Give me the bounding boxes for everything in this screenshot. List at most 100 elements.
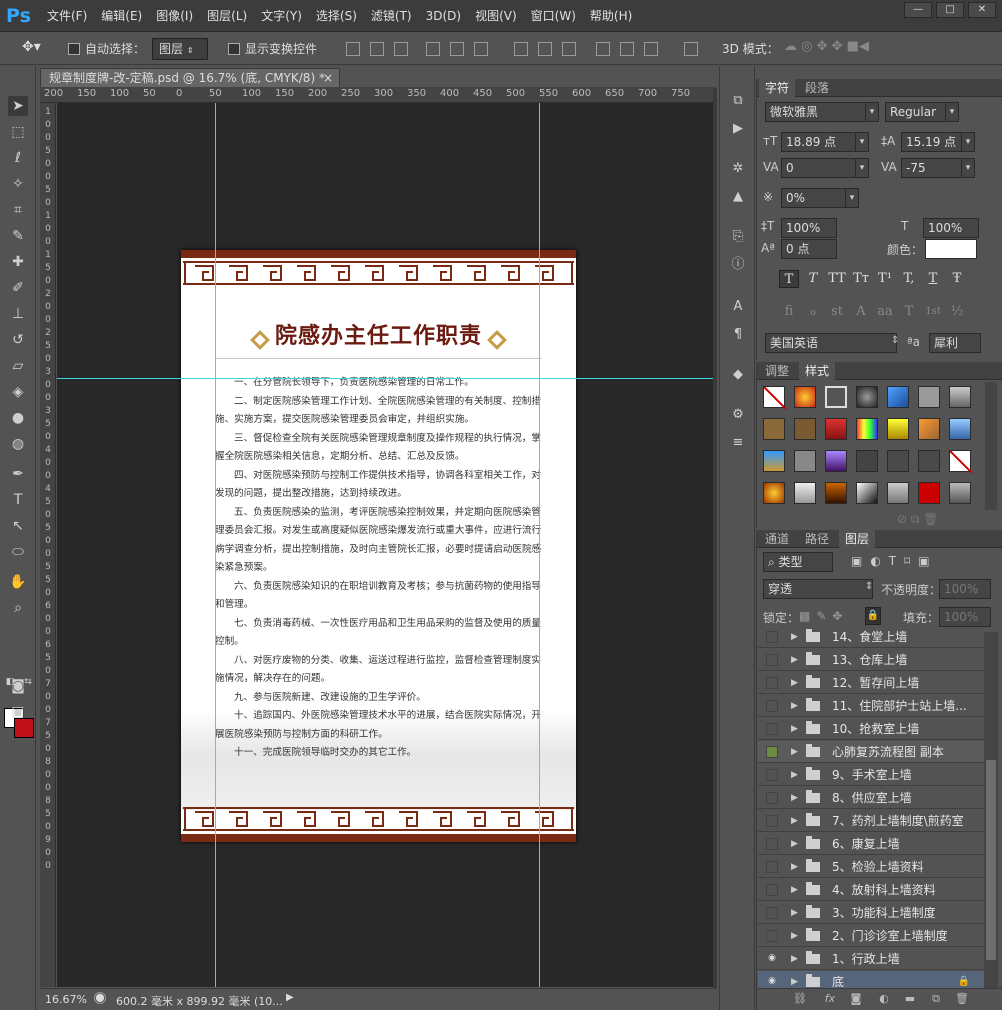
menu-3d[interactable]: 3D(D) — [419, 0, 468, 32]
adjustment-layer-icon[interactable]: ◐ — [876, 992, 892, 1006]
style-swatch[interactable] — [825, 386, 847, 408]
expand-arrow-icon[interactable]: ▶ — [791, 833, 798, 855]
layer-row[interactable]: ◉ ▶ 1、行政上墙 — [758, 948, 984, 970]
style-swatch[interactable] — [856, 450, 878, 472]
new-layer-icon[interactable]: ⧉ — [928, 992, 944, 1006]
zoom-tool-icon[interactable]: ⌕ — [8, 598, 28, 618]
new-group-icon[interactable]: ▬ — [902, 992, 918, 1006]
tab-adjustments[interactable]: 调整 — [759, 362, 795, 380]
hand-tool-icon[interactable]: ✋ — [8, 572, 28, 592]
style-swatch[interactable] — [856, 482, 878, 504]
menu-file[interactable]: 文件(F) — [40, 0, 94, 32]
link-layers-icon[interactable]: ⛓ — [792, 992, 808, 1006]
font-style-dropdown-icon[interactable]: ▾ — [945, 102, 959, 122]
tab-paths[interactable]: 路径 — [799, 530, 835, 548]
baseline-shift-field[interactable]: 0 点 — [781, 239, 837, 259]
document-page[interactable]: 院感办主任工作职责 一、在分管院长领导下，负责医院感染管理的日常工作。 二、制定… — [181, 250, 576, 842]
visibility-toggle[interactable] — [766, 677, 778, 689]
type-tool-icon[interactable]: T — [8, 490, 28, 510]
clone-stamp-icon[interactable]: ⊥ — [8, 304, 28, 324]
tab-paragraph[interactable]: 段落 — [799, 79, 835, 97]
close-window-button[interactable]: ✕ — [968, 2, 996, 18]
3d-panel-icon[interactable]: ◆ — [729, 366, 747, 384]
tsume-field[interactable]: 0% — [781, 188, 847, 208]
tab-styles[interactable]: 样式 — [799, 362, 836, 380]
style-swatch[interactable] — [794, 482, 816, 504]
move-tool-icon[interactable]: ➤ — [8, 96, 28, 116]
style-swatch[interactable] — [794, 386, 816, 408]
expand-arrow-icon[interactable]: ▶ — [791, 856, 798, 878]
font-style-field[interactable]: Regular — [885, 102, 947, 122]
font-size-dropdown-icon[interactable]: ▾ — [855, 132, 869, 152]
blend-mode-select[interactable]: 穿透 — [763, 579, 873, 599]
align-hcenter-icon[interactable] — [450, 42, 464, 56]
layer-row[interactable]: ▶ 9、手术室上墙 — [758, 764, 984, 786]
lock-icons[interactable]: ▩✎✥ — [799, 609, 848, 623]
visibility-toggle[interactable] — [766, 930, 778, 942]
align-vcenter-icon[interactable] — [370, 42, 384, 56]
layer-row[interactable]: ▶ 4、放射科上墙资料 — [758, 879, 984, 901]
brush-presets-icon[interactable]: ▲ — [729, 188, 747, 206]
paint-bucket-icon[interactable]: ◈ — [8, 382, 28, 402]
swash-button[interactable]: A — [851, 303, 871, 321]
minimize-button[interactable]: — — [904, 2, 932, 18]
layer-row[interactable]: ▶ 3、功能科上墙制度 — [758, 902, 984, 924]
opacity-field[interactable]: 100% — [939, 579, 991, 599]
expand-arrow-icon[interactable]: ▶ — [791, 810, 798, 832]
visibility-toggle[interactable] — [766, 769, 778, 781]
screen-mode-icon[interactable]: ▣ — [8, 702, 28, 722]
eye-icon[interactable]: ◉ — [766, 953, 778, 965]
eyedropper-icon[interactable]: ✎ — [8, 226, 28, 246]
style-swatch[interactable] — [887, 450, 909, 472]
fill-field[interactable]: 100% — [939, 607, 991, 627]
leading-dropdown-icon[interactable]: ▾ — [961, 132, 975, 152]
visibility-toggle[interactable] — [766, 884, 778, 896]
tsume-dropdown-icon[interactable]: ▾ — [845, 188, 859, 208]
vertical-scale-field[interactable]: 100% — [781, 218, 837, 238]
expand-arrow-icon[interactable]: ▶ — [791, 925, 798, 947]
ellipse-tool-icon[interactable]: ⬭ — [8, 542, 28, 562]
style-swatch[interactable] — [918, 450, 940, 472]
layer-row[interactable]: ▶ 11、住院部护士站上墙... — [758, 695, 984, 717]
distribute-right-icon[interactable] — [644, 42, 658, 56]
visibility-toggle[interactable] — [766, 631, 778, 643]
magic-wand-icon[interactable]: ✧ — [8, 174, 28, 194]
expand-arrow-icon[interactable]: ▶ — [791, 787, 798, 809]
visibility-toggle[interactable] — [766, 700, 778, 712]
menu-layer[interactable]: 图层(L) — [200, 0, 254, 32]
style-swatch[interactable] — [949, 386, 971, 408]
style-swatch[interactable] — [763, 482, 785, 504]
expand-arrow-icon[interactable]: ▶ — [791, 672, 798, 694]
anti-alias-select[interactable]: 犀利 — [929, 333, 981, 353]
align-left-icon[interactable] — [426, 42, 440, 56]
fx-icon[interactable]: fx — [822, 992, 838, 1006]
visibility-toggle[interactable] — [766, 815, 778, 827]
show-transform-toggle[interactable]: 显示变换控件 — [228, 40, 317, 57]
styles-panel-footer-icons[interactable]: ⊘ ⧉ 🗑 — [897, 512, 939, 527]
underline-button[interactable]: T — [923, 270, 943, 288]
discretionary-ligature-button[interactable]: st — [827, 303, 847, 321]
kerning-field[interactable]: 0 — [781, 158, 857, 178]
visibility-toggle[interactable] — [766, 838, 778, 850]
style-swatch[interactable] — [949, 418, 971, 440]
style-swatch[interactable] — [949, 482, 971, 504]
style-swatch[interactable] — [918, 482, 940, 504]
align-bottom-icon[interactable] — [394, 42, 408, 56]
crop-tool-icon[interactable]: ⌗ — [8, 200, 28, 220]
font-family-field[interactable]: 微软雅黑 — [765, 102, 867, 122]
expand-arrow-icon[interactable]: ▶ — [791, 879, 798, 901]
expand-arrow-icon[interactable]: ▶ — [791, 695, 798, 717]
tab-character[interactable]: 字符 — [759, 79, 796, 97]
maximize-button[interactable]: □ — [936, 2, 964, 18]
layer-row[interactable]: ▶ 6、康复上墙 — [758, 833, 984, 855]
menu-type[interactable]: 文字(Y) — [254, 0, 309, 32]
layer-filter-icons[interactable]: ▣◐T⌑▣ — [851, 554, 938, 568]
lasso-tool-icon[interactable]: ℓ — [8, 148, 28, 168]
faux-bold-button[interactable]: T — [779, 270, 799, 288]
align-right-icon[interactable] — [474, 42, 488, 56]
auto-select-dropdown[interactable]: 图层 ⇕ — [152, 38, 208, 60]
layers-scrollbar-thumb[interactable] — [986, 760, 996, 960]
marquee-tool-icon[interactable]: ⬚ — [8, 122, 28, 142]
style-swatch-none[interactable] — [763, 386, 787, 410]
healing-brush-icon[interactable]: ✚ — [8, 252, 28, 272]
